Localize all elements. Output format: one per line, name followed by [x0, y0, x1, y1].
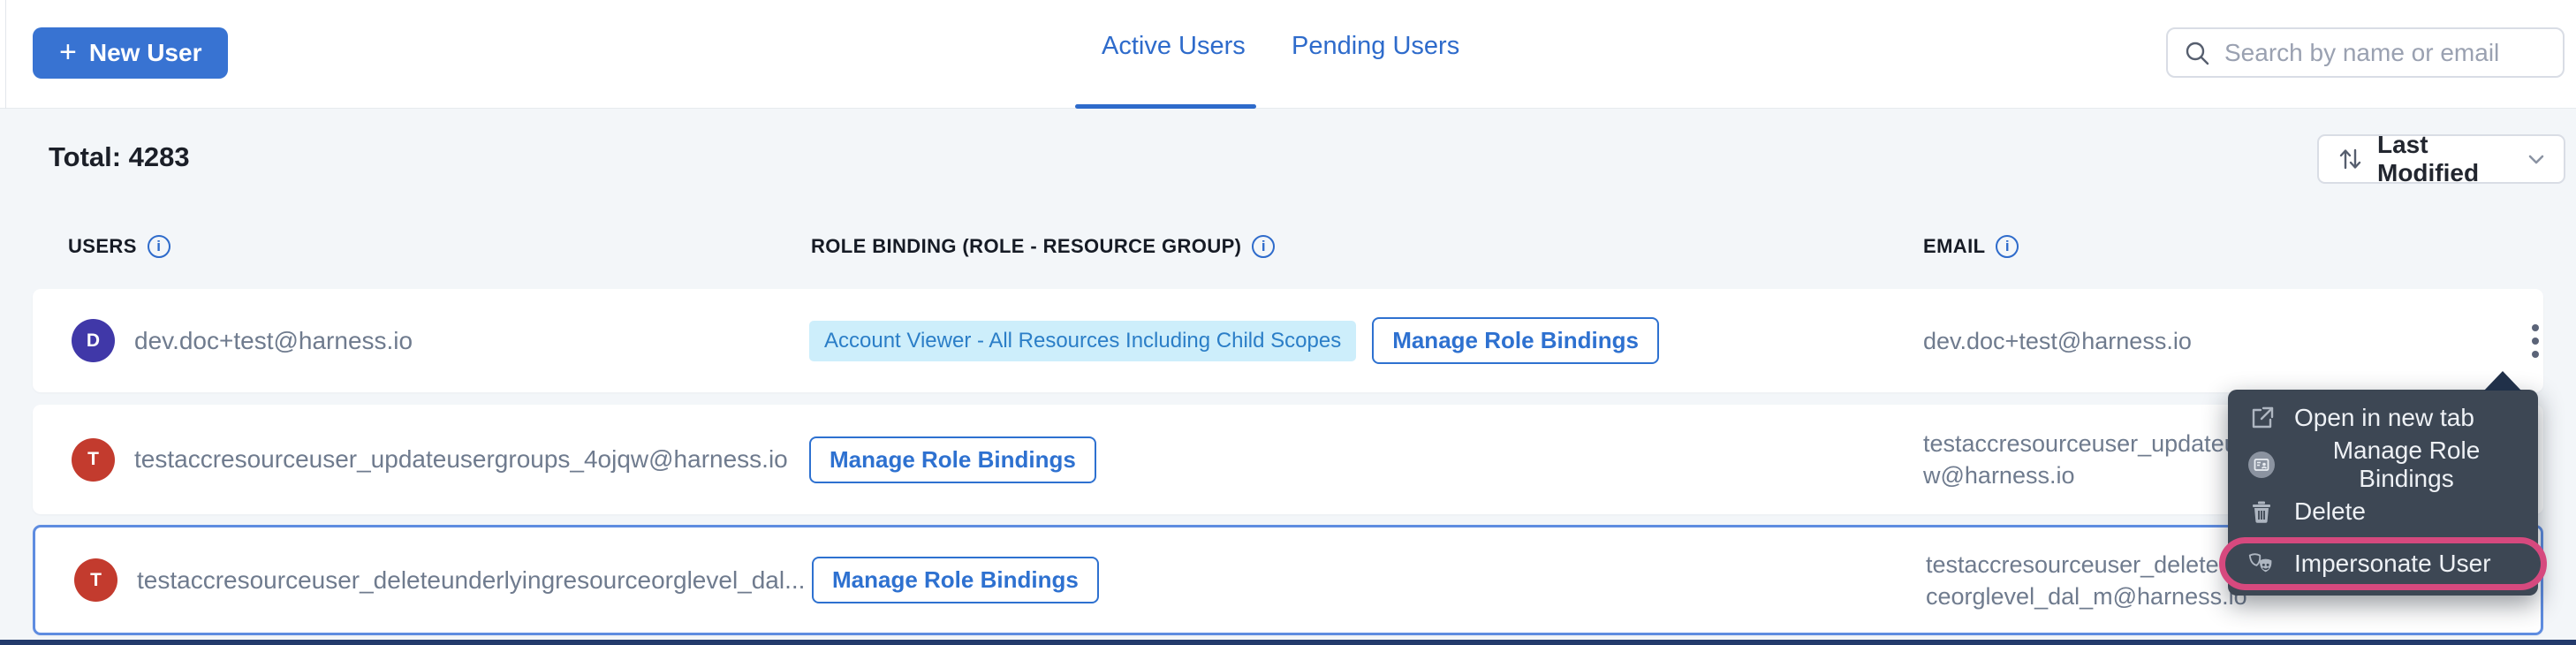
active-tab-underline — [1075, 104, 1256, 109]
info-icon[interactable]: i — [1996, 235, 2019, 258]
role-binding-column-label: ROLE BINDING (ROLE - RESOURCE GROUP) — [811, 235, 1241, 258]
manage-role-bindings-button[interactable]: Manage Role Bindings — [812, 557, 1099, 603]
table-row[interactable]: D dev.doc+test@harness.io Account Viewer… — [33, 289, 2543, 392]
role-binding-cell: Account Viewer - All Resources Including… — [809, 289, 1659, 392]
user-cell: T testaccresourceuser_updateusergroups_4… — [72, 405, 788, 514]
column-header-email: EMAIL i — [1923, 235, 2019, 258]
email-line: dev.doc+test@harness.io — [1923, 325, 2440, 357]
column-header-role-binding: ROLE BINDING (ROLE - RESOURCE GROUP) i — [811, 235, 1275, 258]
role-binding-cell: Manage Role Bindings — [809, 405, 1096, 514]
open-in-new-tab-icon — [2247, 404, 2276, 432]
total-count: Total: 4283 — [49, 141, 190, 173]
user-cell: T testaccresourceuser_deleteunderlyingre… — [74, 527, 805, 633]
impersonate-user-icon — [2247, 550, 2276, 578]
avatar: D — [72, 319, 115, 362]
info-icon[interactable]: i — [1252, 235, 1275, 258]
left-edge-divider — [5, 0, 6, 109]
users-column-label: USERS — [68, 235, 137, 258]
search-box[interactable] — [2166, 27, 2565, 78]
manage-role-bindings-icon — [2247, 451, 2276, 479]
sort-dropdown[interactable]: Last Modified — [2317, 134, 2565, 184]
sort-arrows-icon — [2337, 146, 2363, 172]
avatar: T — [74, 558, 117, 602]
menu-item-delete[interactable]: Delete — [2228, 489, 2538, 535]
plus-icon: + — [59, 37, 77, 67]
menu-item-manage-role-bindings[interactable]: Manage Role Bindings — [2228, 441, 2538, 489]
tab-active-users[interactable]: Active Users — [1102, 32, 1246, 61]
email-cell: dev.doc+test@harness.io — [1923, 289, 2440, 392]
search-input[interactable] — [2224, 39, 2547, 67]
avatar: T — [72, 438, 115, 482]
user-name: testaccresourceuser_deleteunderlyingreso… — [137, 566, 805, 595]
email-column-label: EMAIL — [1923, 235, 1985, 258]
new-user-button[interactable]: + New User — [33, 27, 228, 79]
menu-item-impersonate-user[interactable]: Impersonate User — [2219, 537, 2547, 590]
user-name: testaccresourceuser_updateusergroups_4oj… — [134, 445, 788, 474]
menu-item-label: Manage Role Bindings — [2294, 436, 2519, 493]
manage-role-bindings-button[interactable]: Manage Role Bindings — [809, 436, 1096, 483]
search-icon — [2184, 40, 2210, 66]
user-cell: D dev.doc+test@harness.io — [72, 289, 413, 392]
table-row[interactable]: T testaccresourceuser_updateusergroups_4… — [33, 405, 2543, 514]
manage-role-bindings-button[interactable]: Manage Role Bindings — [1372, 317, 1659, 364]
row-actions-context-menu: Open in new tab Manage Role Bindings — [2228, 390, 2538, 596]
delete-icon — [2247, 497, 2276, 526]
row-actions-kebab-icon[interactable] — [2515, 314, 2556, 368]
bottom-edge-bar — [0, 640, 2576, 645]
info-icon[interactable]: i — [148, 235, 170, 258]
column-header-users: USERS i — [68, 235, 170, 258]
user-management-page: + New User Active Users Pending Users To… — [0, 0, 2576, 645]
new-user-label: New User — [89, 39, 202, 67]
top-header: + New User Active Users Pending Users — [0, 0, 2576, 109]
context-menu-caret — [2484, 371, 2521, 391]
role-binding-tag: Account Viewer - All Resources Including… — [809, 321, 1356, 361]
menu-item-label: Open in new tab — [2294, 404, 2474, 432]
menu-item-label: Delete — [2294, 497, 2366, 526]
user-name: dev.doc+test@harness.io — [134, 327, 413, 355]
table-row-selected[interactable]: T testaccresourceuser_deleteunderlyingre… — [33, 525, 2543, 635]
chevron-down-icon — [2525, 148, 2548, 171]
tab-pending-users[interactable]: Pending Users — [1292, 32, 1459, 61]
menu-item-open-in-new-tab[interactable]: Open in new tab — [2228, 395, 2538, 441]
role-binding-cell: Manage Role Bindings — [812, 527, 1099, 633]
sort-selected-value: Last Modified — [2377, 131, 2511, 187]
menu-item-label: Impersonate User — [2294, 550, 2491, 578]
